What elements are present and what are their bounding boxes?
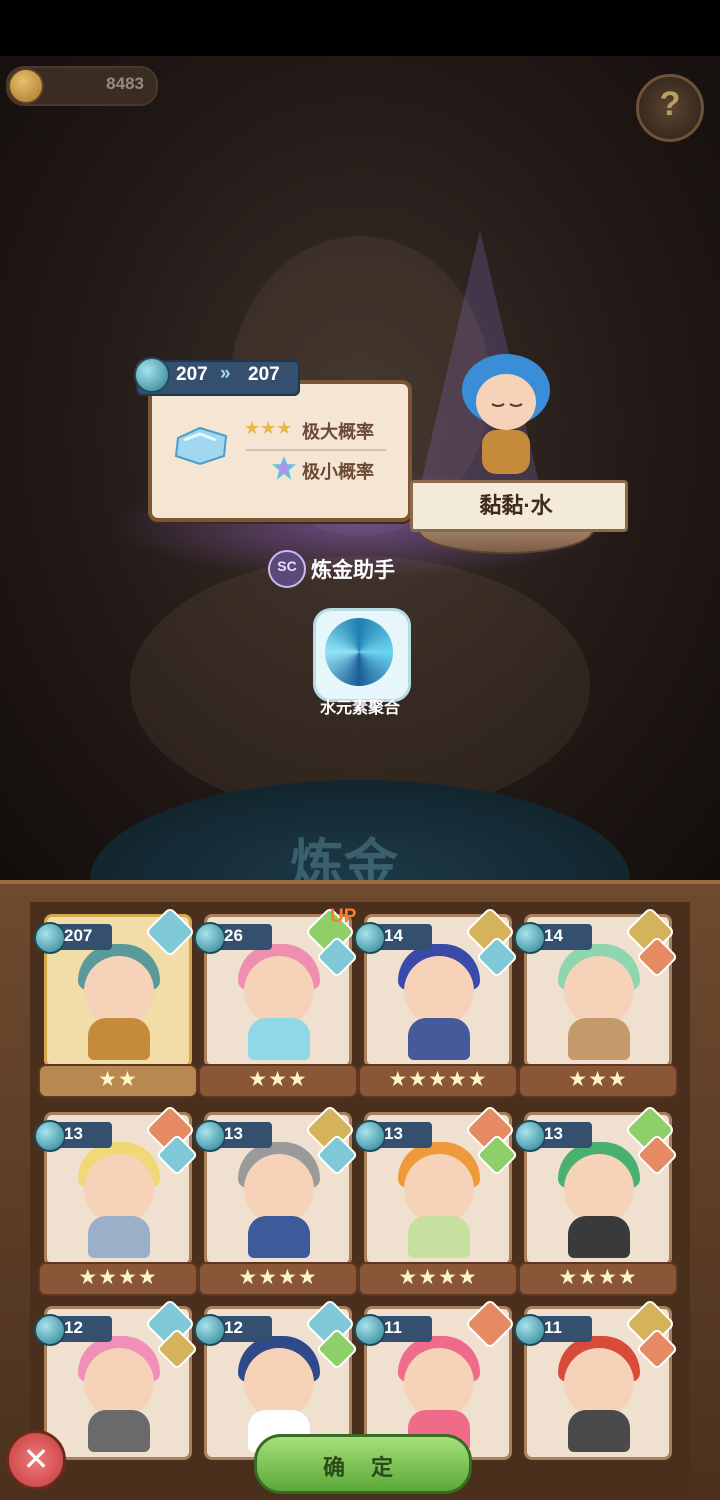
hero-card[interactable]: 13 ★★★★ [34, 1104, 199, 1296]
water-orb-icon [354, 1314, 386, 1346]
hero-face [404, 1348, 474, 1418]
assistant-icon-text: SC [277, 558, 297, 574]
hero-body [408, 1018, 470, 1060]
hero-body [248, 1018, 310, 1060]
hero-star-rating: ★★★★ [38, 1262, 198, 1296]
hero-face [564, 1154, 634, 1224]
hero-body [88, 1410, 150, 1452]
water-orb-icon [194, 1314, 226, 1346]
probability-divider [246, 449, 386, 451]
high-probability-label: 极大概率 [302, 422, 374, 442]
hero-name: 黏黏·水 [479, 493, 553, 518]
water-orb-icon [514, 922, 546, 954]
hero-card[interactable]: 26 ★★★ [194, 906, 359, 1098]
help-icon: ? [659, 85, 681, 123]
status-bar [0, 0, 720, 56]
hero-level: 13 [384, 1124, 403, 1143]
three-star-icon: ★★★ [244, 418, 293, 438]
confirm-label: 确 定 [322, 1455, 404, 1480]
water-orb-icon [514, 1120, 546, 1152]
hero-star-rating: ★★★★ [198, 1262, 358, 1296]
water-orb-icon [34, 1120, 66, 1152]
hero-face [244, 956, 314, 1026]
hero-star-rating: ★★★ [518, 1064, 678, 1098]
hero-level: 26 [224, 926, 243, 945]
water-orb-icon [194, 1120, 226, 1152]
hero-face [84, 1154, 154, 1224]
close-icon: ✕ [22, 1441, 50, 1477]
confirm-button[interactable]: 确 定 [254, 1434, 472, 1494]
hero-body [248, 1216, 310, 1258]
hero-level: 11 [544, 1318, 562, 1337]
hero-face [84, 956, 154, 1026]
water-orb-icon [514, 1314, 546, 1346]
hero-body [568, 1410, 630, 1452]
hero-card[interactable]: 11 [514, 1298, 679, 1486]
hero-face [84, 1348, 154, 1418]
slime-crystal-icon [174, 426, 228, 466]
hero-body [88, 1216, 150, 1258]
hero-level: 207 [64, 926, 93, 945]
hero-level: 13 [64, 1124, 83, 1143]
skill-label: 水元素聚合 [319, 700, 400, 717]
water-orb-icon [354, 922, 386, 954]
hero-portrait [462, 354, 550, 474]
hero-face [244, 1348, 314, 1418]
hero-card[interactable]: 13 ★★★★ [514, 1104, 679, 1296]
level-next: 207 [248, 364, 280, 385]
hero-star-rating: ★★★★★ [358, 1064, 518, 1098]
low-probability-label: 极小概率 [302, 462, 374, 482]
level-current: 207 [176, 364, 208, 385]
hero-card[interactable]: 13 ★★★★ [194, 1104, 359, 1296]
coin-icon [8, 68, 44, 104]
hero-level: 12 [64, 1318, 83, 1337]
hero-card[interactable]: 14 ★★★★★ [354, 906, 519, 1098]
water-orb-icon [194, 922, 226, 954]
hero-star-rating: ★★★★ [518, 1262, 678, 1296]
up-badge: UP [330, 906, 357, 927]
water-orb-icon [134, 357, 170, 393]
hero-level: 13 [224, 1124, 243, 1143]
hero-card[interactable]: 13 ★★★★ [354, 1104, 519, 1296]
hero-star-rating: ★★★★ [358, 1262, 518, 1296]
hero-level: 14 [544, 926, 563, 945]
hero-body [408, 1216, 470, 1258]
water-orb-icon [34, 922, 66, 954]
hero-face [404, 956, 474, 1026]
level-arrow-icon: » [220, 363, 231, 384]
hero-face [564, 1348, 634, 1418]
hero-face [564, 956, 634, 1026]
rainbow-star-icon [272, 456, 296, 480]
hero-face [244, 1154, 314, 1224]
hero-star-rating: ★★★ [198, 1064, 358, 1098]
hero-level: 13 [544, 1124, 563, 1143]
alchemy-assistant-icon[interactable]: SC [268, 550, 306, 588]
water-orb-icon [354, 1120, 386, 1152]
hero-body [568, 1216, 630, 1258]
help-button[interactable]: ? [636, 74, 704, 142]
water-swirl-icon [325, 618, 393, 686]
hero-body [88, 1018, 150, 1060]
hero-card[interactable]: 14 ★★★ [514, 906, 679, 1098]
water-orb-icon [34, 1314, 66, 1346]
hero-level: 11 [384, 1318, 402, 1337]
hero-face [404, 1154, 474, 1224]
hero-face [476, 374, 536, 430]
close-button[interactable]: ✕ [6, 1430, 66, 1490]
alchemy-assistant-label: 炼金助手 [311, 559, 395, 582]
hero-level: 12 [224, 1318, 243, 1337]
hero-card[interactable]: 207 ★★ [34, 906, 198, 1098]
hero-body [482, 430, 530, 474]
hero-level: 14 [384, 926, 403, 945]
hero-star-rating: ★★ [38, 1064, 198, 1098]
hero-body [568, 1018, 630, 1060]
coin-value: 8483 [106, 74, 144, 93]
